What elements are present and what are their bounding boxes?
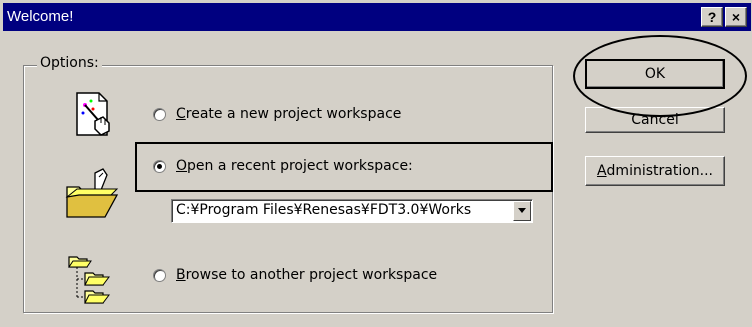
recent-workspace-combo[interactable]: C:¥Program Files¥Renesas¥FDT3.0¥Works [171, 199, 533, 223]
chevron-down-icon[interactable] [513, 201, 531, 221]
welcome-dialog: Welcome! ? × Options: Create a new proje… [0, 0, 752, 327]
folder-tree-icon [67, 251, 121, 309]
create-workspace-label: Create a new project workspace [176, 106, 402, 122]
window-title: Welcome! [7, 8, 74, 25]
close-button[interactable]: × [725, 7, 747, 27]
options-legend: Options: [37, 55, 102, 71]
create-workspace-radio[interactable] [153, 107, 166, 121]
browse-workspace-option[interactable]: Browse to another project workspace [153, 267, 437, 283]
open-folder-icon [63, 167, 119, 225]
browse-workspace-radio[interactable] [153, 268, 166, 282]
new-document-wand-icon [71, 91, 119, 143]
title-bar: Welcome! ? × [3, 3, 751, 31]
cancel-button[interactable]: Cancel [585, 107, 725, 133]
ok-button[interactable]: OK [585, 59, 725, 89]
administration-button[interactable]: Administration... [585, 156, 725, 186]
recent-workspace-path: C:¥Program Files¥Renesas¥FDT3.0¥Works [176, 202, 472, 218]
open-recent-label: Open a recent project workspace: [176, 158, 413, 174]
open-recent-option[interactable]: Open a recent project workspace: [153, 158, 413, 174]
open-recent-radio[interactable] [153, 159, 166, 173]
create-workspace-option[interactable]: Create a new project workspace [153, 106, 401, 122]
help-button[interactable]: ? [701, 7, 723, 27]
browse-workspace-label: Browse to another project workspace [176, 267, 438, 283]
